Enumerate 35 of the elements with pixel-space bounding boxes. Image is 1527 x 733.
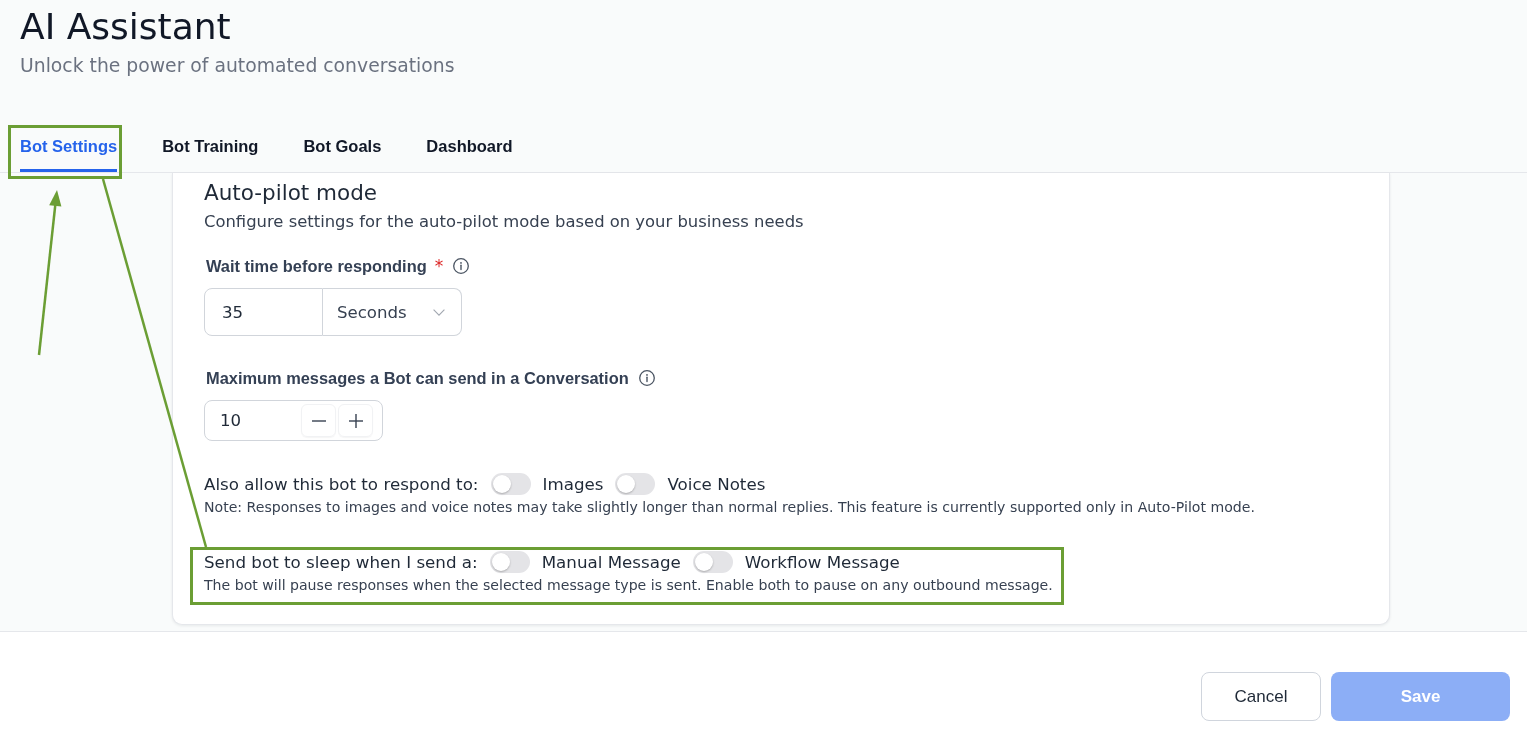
number-stepper[interactable]: 10 [204, 400, 383, 441]
info-icon [453, 258, 470, 274]
page-subtitle: Unlock the power of automated conversations [20, 54, 455, 78]
decrement-button[interactable] [301, 404, 336, 437]
cancel-button[interactable]: Cancel [1201, 672, 1321, 721]
tab[interactable]: Bot Training [162, 122, 259, 172]
unit-dropdown[interactable]: Seconds [323, 288, 462, 336]
field-label: Maximum messages a Bot can send in a Conversation [206, 368, 629, 388]
plus-icon [348, 413, 363, 428]
toggle-switch[interactable] [615, 473, 656, 495]
required-mark: * [434, 256, 444, 276]
increment-button[interactable] [338, 404, 373, 437]
section-description: Configure settings for the auto-pilot mode based on your business needs [204, 212, 804, 232]
toggle-switch[interactable] [489, 551, 530, 573]
help-note: Note: Responses to images and voice notes may take slightly longer than normal replies. This feature is currently supported only in Auto-Pilot mode. [204, 498, 1255, 516]
toggle-switch[interactable] [490, 473, 531, 495]
page-title: AI Assistant [20, 5, 231, 49]
minus-icon [311, 419, 326, 422]
help-note: The bot will pause responses when the selected message type is sent. Enable both to pause on any outbound message. [204, 576, 1053, 594]
toggle-label: Workflow Message [744, 551, 900, 574]
toggle-label: Images [542, 473, 604, 496]
toggle-label: Manual Message [541, 551, 681, 574]
tab[interactable]: Bot Settings [20, 122, 118, 172]
toggle-label: Voice Notes [667, 473, 766, 496]
field-label: Wait time before responding [206, 256, 427, 276]
info-icon [638, 370, 655, 386]
option-group-label: Also allow this bot to respond to: [204, 473, 479, 496]
chevron-down-icon [433, 308, 445, 316]
option-group-label: Send bot to sleep when I send a: [204, 551, 478, 574]
number-field[interactable]: 10 [220, 408, 299, 433]
number-field[interactable]: 35 [204, 288, 323, 336]
tab[interactable]: Bot Goals [303, 122, 382, 172]
tab[interactable]: Dashboard [426, 122, 513, 172]
section-title: Auto-pilot mode [204, 181, 378, 205]
toggle-switch[interactable] [692, 551, 733, 573]
